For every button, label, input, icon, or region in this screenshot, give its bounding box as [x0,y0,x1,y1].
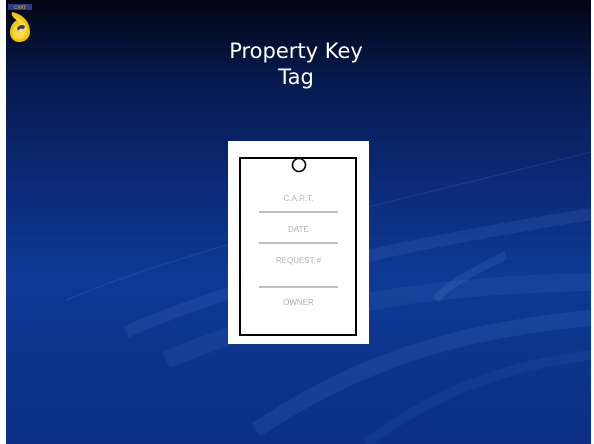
cart-logo: CART [8,4,32,42]
tag-field-owner: OWNER [283,298,314,307]
title-line-2: Tag [278,65,314,89]
tag-field-request: REQUEST # [275,256,322,265]
title-line-1: Property Key [229,39,363,63]
tag-field-date: DATE [288,225,309,234]
slide-title: Property Key Tag [156,38,436,90]
slide: CART Property Key Tag C.A.R.T. DATE REQU… [6,0,591,444]
key-tag-shape [239,157,357,336]
key-tag-diagram: C.A.R.T. DATE REQUEST # OWNER [228,141,369,344]
logo-text: CART [14,5,26,11]
tag-field-cart: C.A.R.T. [283,194,314,203]
